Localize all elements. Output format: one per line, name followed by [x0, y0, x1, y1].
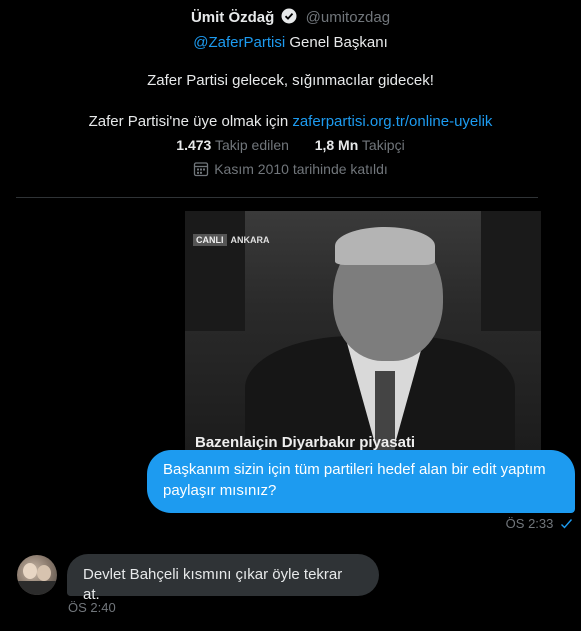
following-count: 1.473 — [176, 137, 212, 153]
followers-count: 1,8 Mn — [314, 137, 359, 153]
verified-badge-icon — [281, 8, 297, 28]
following-stat[interactable]: 1.473 Takip edilen — [176, 137, 289, 153]
profile-name[interactable]: Ümit Özdağ — [191, 9, 274, 26]
profile-bio-slogan: Zafer Partisi gelecek, sığınmacılar gide… — [147, 72, 434, 89]
profile-joined: Kasım 2010 tarihinde katıldı — [0, 161, 581, 180]
calendar-icon — [193, 161, 209, 180]
outgoing-message-time: ÖS 2:33 — [505, 516, 554, 531]
profile-bio-membership: Zafer Partisi'ne üye olmak için zaferpar… — [0, 113, 581, 130]
bio-mention-link[interactable]: @ZaferPartisi — [193, 34, 285, 51]
profile-name-row: Ümit Özdağ @umitozdag — [0, 8, 581, 28]
incoming-message-time: ÖS 2:40 — [68, 600, 116, 615]
profile-handle[interactable]: @umitozdag — [306, 9, 390, 26]
location-label: ANKARA — [230, 235, 270, 245]
outgoing-message-bubble[interactable]: Başkanım sizin için tüm partileri hedef … — [147, 450, 575, 513]
live-badge: CANLI ANKARA — [193, 234, 270, 246]
video-thumbnail[interactable]: CANLI ANKARA Bazenlaiçin Diyarbakır piyas… — [185, 211, 541, 451]
bio-membership-link[interactable]: zaferpartisi.org.tr/online-uyelik — [292, 113, 492, 130]
outgoing-message-meta: ÖS 2:33 — [506, 516, 573, 533]
bio-membership-text: Zafer Partisi'ne üye olmak için — [88, 113, 293, 130]
sender-avatar[interactable] — [17, 555, 57, 595]
double-check-icon — [560, 518, 573, 533]
incoming-message-bubble[interactable]: Devlet Bahçeli kısmını çıkar öyle tekrar… — [67, 554, 379, 603]
followers-stat[interactable]: 1,8 Mn Takipçi — [315, 137, 405, 153]
section-divider — [16, 197, 538, 198]
live-label: CANLI — [193, 234, 227, 246]
following-label: Takip edilen — [214, 137, 289, 153]
joined-text: Kasım 2010 tarihinde katıldı — [214, 161, 388, 177]
profile-bio-title: @ZaferPartisi Genel Başkanı — [0, 34, 581, 51]
profile-stats: 1.473 Takip edilen 1,8 Mn Takipçi — [0, 137, 581, 153]
followers-label: Takipçi — [361, 137, 405, 153]
video-subtitle: Bazenlaiçin Diyarbakır piyasati — [195, 434, 416, 451]
bio-title-text: Genel Başkanı — [285, 34, 388, 51]
